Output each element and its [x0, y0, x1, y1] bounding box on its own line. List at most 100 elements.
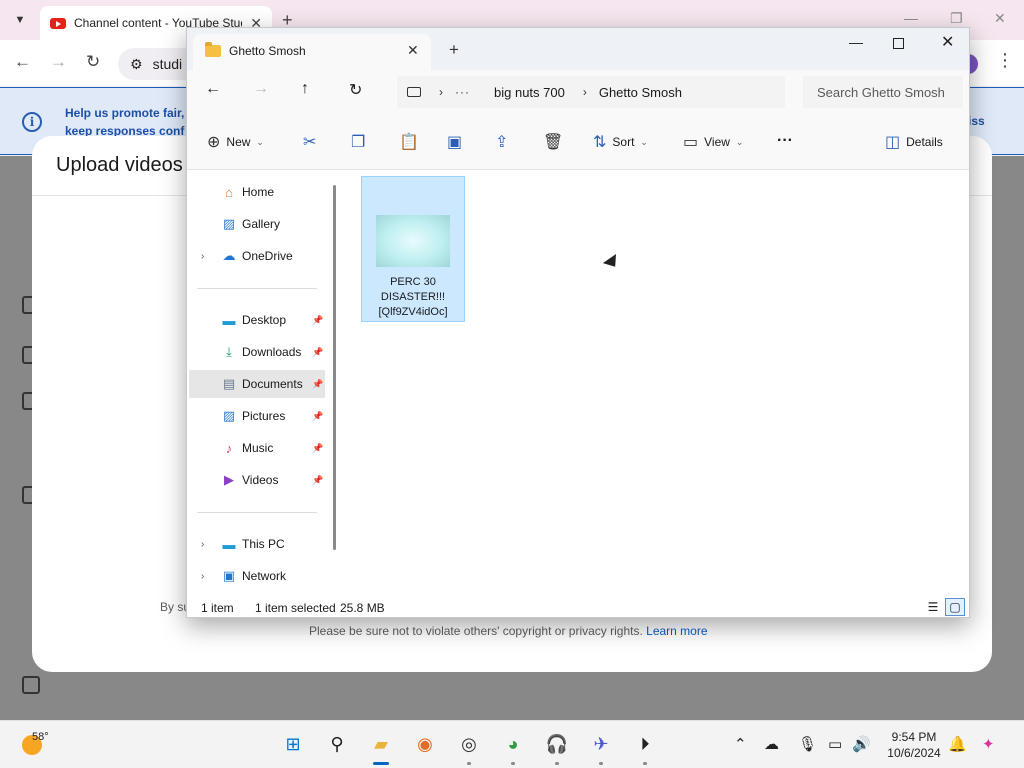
copilot-icon[interactable]: ✦ — [982, 735, 995, 753]
chevron-right-icon[interactable]: › — [201, 571, 204, 582]
large-icons-view-toggle[interactable]: ▢ — [945, 598, 965, 616]
copy-button[interactable]: ❐ — [351, 132, 365, 152]
chevron-right-icon[interactable]: › — [439, 85, 443, 99]
pin-icon[interactable]: 📌 — [312, 315, 323, 326]
folder-icon — [205, 42, 221, 57]
more-options-icon[interactable]: ··· — [777, 132, 793, 150]
pin-icon[interactable]: 📌 — [312, 443, 323, 454]
windows-start-icon[interactable]: ⊞ — [280, 731, 306, 757]
nav-item-downloads[interactable]: ⤓ Downloads 📌 — [189, 338, 325, 366]
pin-icon[interactable]: 📌 — [312, 411, 323, 422]
chevron-up-icon[interactable]: ⌃ — [734, 735, 747, 753]
view-button[interactable]: ▭ View ⌄ — [683, 132, 743, 152]
new-tab-button[interactable]: + — [449, 40, 459, 60]
forward-arrow-icon[interactable]: → — [253, 80, 269, 98]
maximize-button[interactable] — [893, 38, 904, 49]
more-dots-icon[interactable]: ··· — [455, 85, 470, 99]
share-icon: ⇪ — [495, 134, 509, 151]
file-item[interactable]: PERC 30 DISASTER!!! [Qlf9ZV4idOc] — [361, 176, 465, 322]
browser-close-button[interactable]: ✕ — [994, 10, 1006, 27]
up-arrow-icon[interactable]: ↑ — [301, 80, 309, 98]
system-clock[interactable]: 9:54 PM 10/6/2024 — [880, 729, 948, 761]
pin-icon[interactable]: 📌 — [312, 379, 323, 390]
cut-button[interactable]: ✂ — [303, 132, 316, 152]
pin-icon[interactable]: 📌 — [312, 475, 323, 486]
delete-button[interactable]: 🗑 — [543, 132, 563, 152]
obs-icon[interactable]: ◎ — [456, 731, 482, 757]
learn-more-link[interactable]: Learn more — [646, 624, 707, 638]
close-window-button[interactable]: ✕ — [941, 32, 954, 52]
chevron-right-icon[interactable]: › — [583, 85, 587, 99]
breadcrumb-big-nuts-700[interactable]: big nuts 700 — [494, 85, 565, 100]
weather-temperature[interactable]: 58° — [32, 731, 49, 743]
nav-item-label: Home — [242, 185, 275, 199]
info-banner-text: Help us promote fair, keep responses con… — [65, 106, 185, 138]
app-running-indicator — [555, 762, 559, 765]
nav-item-desktop[interactable]: ▬ Desktop 📌 — [189, 306, 325, 334]
display-icon[interactable]: ▭ — [828, 735, 842, 753]
breadcrumb-ghetto-smosh[interactable]: Ghetto Smosh — [599, 85, 682, 100]
explorer-tab[interactable]: Ghetto Smosh ✕ — [193, 34, 431, 70]
minimize-button[interactable]: — — [849, 34, 863, 50]
pin-icon[interactable]: 📌 — [312, 347, 323, 358]
sort-button[interactable]: ⇅ Sort ⌄ — [593, 132, 648, 152]
firefox-icon[interactable]: ◉ — [412, 731, 438, 757]
nav-item-music[interactable]: ♪ Music 📌 — [189, 434, 325, 462]
feedback-icon[interactable] — [22, 676, 40, 694]
nav-item-label: This PC — [242, 537, 285, 551]
browser-restore-button[interactable]: ❐ — [950, 10, 963, 27]
nav-item-label: Desktop — [242, 313, 287, 327]
headphones-icon[interactable]: 🎧 — [544, 731, 570, 757]
view-icon: ▭ — [683, 134, 699, 151]
back-arrow-icon[interactable]: ← — [14, 52, 31, 72]
address-bar[interactable]: › ··· big nuts 700 › Ghetto Smosh — [397, 76, 785, 108]
volume-icon[interactable]: 🔊 — [852, 735, 871, 753]
nav-item-network[interactable]: › ▣ Network — [189, 562, 325, 590]
sort-button-label: Sort — [612, 135, 635, 149]
chevron-down-icon: ⌄ — [640, 136, 648, 147]
kebab-menu-icon[interactable]: ⋮ — [996, 50, 1014, 71]
search-icon[interactable]: ⚲ — [324, 731, 350, 757]
network-off-icon[interactable]: ☁ — [764, 735, 779, 753]
file-name: PERC 30 DISASTER!!! [Qlf9ZV4idOc] — [378, 276, 448, 318]
new-button[interactable]: ⊕ New ⌄ — [207, 132, 264, 152]
bird-app-icon[interactable]: ✈ — [588, 731, 614, 757]
download-icon: ⤓ — [226, 344, 232, 359]
nav-item-this-pc[interactable]: › ▬ This PC — [189, 530, 325, 558]
info-banner-dismiss[interactable]: iss — [968, 114, 985, 128]
nav-item-home[interactable]: ⌂ Home — [189, 178, 325, 206]
nav-item-pictures[interactable]: ▨ Pictures 📌 — [189, 402, 325, 430]
scissors-icon: ✂ — [303, 134, 317, 151]
view-button-label: View — [704, 135, 730, 149]
chevron-right-icon[interactable]: › — [201, 251, 204, 262]
chrome-icon[interactable]: ◕ — [500, 731, 526, 757]
paste-button[interactable]: 📋 — [399, 132, 419, 152]
nav-item-documents[interactable]: ▤ Documents 📌 — [189, 370, 325, 398]
rename-button[interactable]: ▣ — [447, 132, 462, 152]
site-settings-icon[interactable]: ⚙ — [130, 56, 143, 73]
share-button[interactable]: ⇪ — [495, 132, 508, 152]
nav-item-onedrive[interactable]: › ☁ OneDrive — [189, 242, 325, 270]
music-icon: ♪ — [225, 440, 233, 456]
navigation-pane-scrollbar[interactable] — [333, 185, 336, 550]
close-icon[interactable]: ✕ — [407, 42, 419, 59]
search-input[interactable]: Search Ghetto Smosh — [803, 76, 963, 108]
microphone-icon[interactable]: 🎙 — [798, 735, 817, 753]
refresh-icon[interactable]: ↻ — [349, 80, 362, 100]
notification-bell-icon[interactable]: 🔔 — [948, 735, 967, 753]
navigation-pane: ⌂ Home ▨ Gallery › ☁ OneDrive ▬ Desktop … — [187, 170, 343, 595]
nav-item-videos[interactable]: ▶ Videos 📌 — [189, 466, 325, 494]
active-app-indicator — [373, 762, 389, 765]
file-explorer-icon[interactable]: ▰ — [368, 731, 394, 757]
reload-icon[interactable]: ↻ — [86, 52, 100, 72]
chevron-right-icon[interactable]: › — [201, 539, 204, 550]
details-button[interactable]: ◫ Details — [885, 132, 943, 152]
app-running-indicator — [599, 762, 603, 765]
tab-search-chevron-icon[interactable]: ▼ — [8, 8, 32, 32]
back-arrow-icon[interactable]: ← — [205, 80, 221, 98]
forward-arrow-icon[interactable]: → — [50, 52, 67, 72]
details-view-toggle[interactable]: ☰ — [923, 598, 943, 616]
media-player-icon[interactable]: ⏵ — [632, 731, 658, 757]
nav-item-gallery[interactable]: ▨ Gallery — [189, 210, 325, 238]
browser-minimize-button[interactable]: — — [904, 10, 918, 26]
